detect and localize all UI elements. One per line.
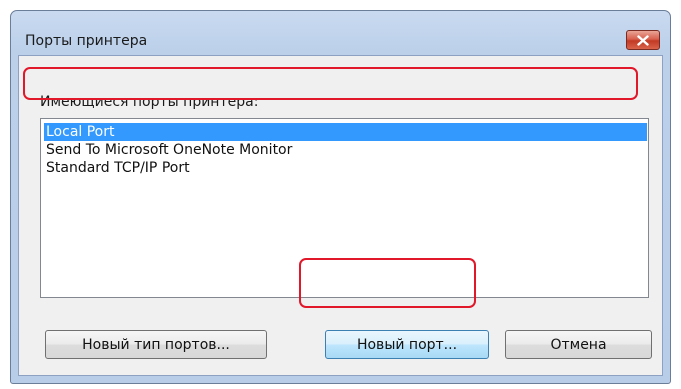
- dialog-body: Имеющиеся порты принтера: Local Port Sen…: [18, 55, 663, 376]
- window-title: Порты принтера: [25, 33, 148, 49]
- port-item-onenote-monitor[interactable]: Send To Microsoft OneNote Monitor: [44, 141, 647, 159]
- new-port-type-button[interactable]: Новый тип портов...: [45, 330, 267, 359]
- close-icon: [637, 34, 649, 46]
- local-port-highlight: [23, 67, 638, 100]
- close-button[interactable]: [626, 30, 660, 50]
- cancel-button[interactable]: Отмена: [505, 330, 652, 359]
- new-port-button[interactable]: Новый порт...: [325, 330, 489, 359]
- port-item-standard-tcpip[interactable]: Standard TCP/IP Port: [44, 159, 647, 177]
- title-bar: Порты принтера: [11, 11, 670, 55]
- new-port-button-highlight: [299, 258, 476, 308]
- port-item-local-port[interactable]: Local Port: [44, 123, 647, 141]
